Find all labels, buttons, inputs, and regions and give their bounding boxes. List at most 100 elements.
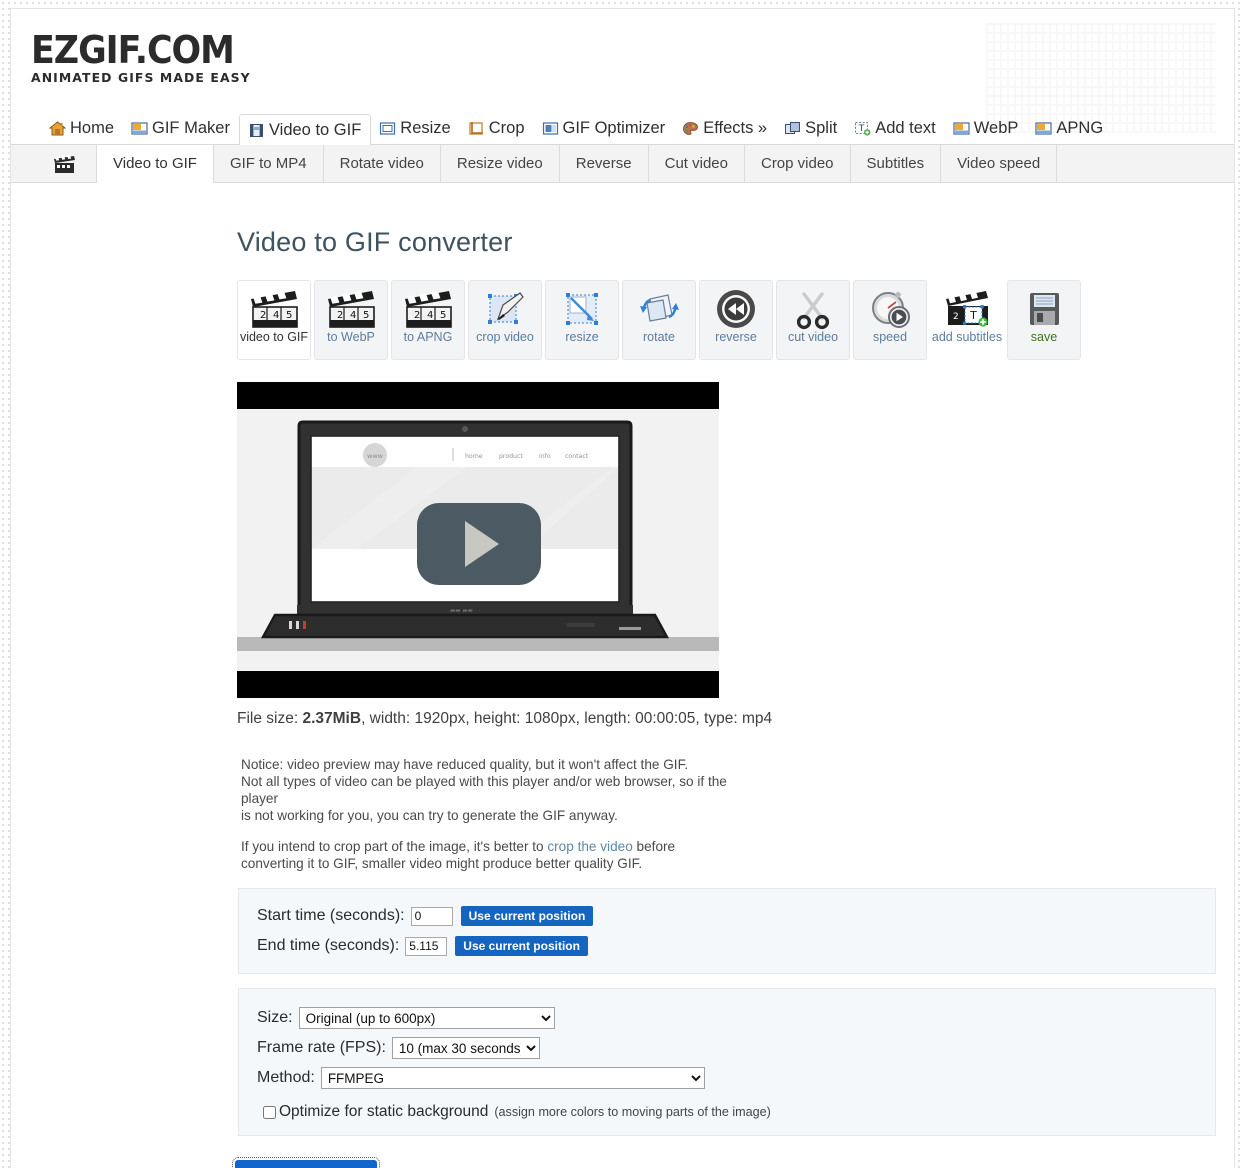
fps-row: Frame rate (FPS): 10 (max 30 seconds) xyxy=(257,1035,1215,1061)
end-time-row: End time (seconds): Use current position xyxy=(257,933,1215,959)
nav-item-webp[interactable]: WebP xyxy=(945,113,1028,145)
end-time-input[interactable] xyxy=(405,936,448,956)
nav-label: APNG xyxy=(1056,119,1104,137)
resize-arrow-icon xyxy=(546,281,618,331)
nav-label: Video to GIF xyxy=(268,121,362,139)
nav-item-home[interactable]: Home xyxy=(41,113,123,145)
add-text-icon: T xyxy=(854,116,871,136)
subnav-item-video-speed[interactable]: Video speed xyxy=(941,145,1058,183)
end-use-current-position-button[interactable]: Use current position xyxy=(455,936,588,956)
tool-video-to-gif[interactable]: 2 4 5 video to GIF xyxy=(237,280,311,360)
svg-text:5: 5 xyxy=(440,310,446,321)
laptop-illustration: www home product info contact ▬▬ ▬▬ · · xyxy=(237,420,719,671)
nav-item-gif-optimizer[interactable]: GIF Optimizer xyxy=(534,113,675,145)
svg-text:T: T xyxy=(858,124,865,134)
file-info-rest: , width: 1920px, height: 1080px, length:… xyxy=(361,710,773,727)
optimize-static-background-checkbox[interactable] xyxy=(263,1105,276,1119)
nav-item-gif-maker[interactable]: GIF Maker xyxy=(123,113,239,145)
tool-reverse[interactable]: reverse xyxy=(699,280,773,360)
clapperboard-icon: 2 4 5 xyxy=(392,281,464,331)
notice-block: Notice: video preview may have reduced q… xyxy=(241,756,761,872)
clapperboard-icon: 2 4 5 xyxy=(238,281,310,331)
start-time-label: Start time (seconds): xyxy=(257,907,405,924)
file-info: File size: 2.37MiB, width: 1920px, heigh… xyxy=(237,710,1234,728)
subtitles-icon: 2 T xyxy=(931,281,1003,331)
nav-label: Effects » xyxy=(703,119,768,137)
tool-label: resize xyxy=(565,330,599,344)
nav-item-resize[interactable]: Resize xyxy=(371,113,459,145)
size-label: Size: xyxy=(257,1009,293,1026)
svg-text:product: product xyxy=(499,453,523,460)
method-select[interactable]: FFMPEG xyxy=(320,1067,705,1089)
subnav-item-gif-to-mp4[interactable]: GIF to MP4 xyxy=(214,145,324,183)
subnav-item-cut-video[interactable]: Cut video xyxy=(649,145,745,183)
method-row: Method: FFMPEG xyxy=(257,1065,1215,1091)
convert-to-gif-button[interactable]: Convert to GIF! xyxy=(232,1157,380,1168)
subnav-item-video-to-gif[interactable]: Video to GIF xyxy=(97,145,214,183)
split-icon xyxy=(784,116,801,134)
start-use-current-position-button[interactable]: Use current position xyxy=(460,906,594,926)
effects-icon xyxy=(682,116,699,135)
nav-item-apng[interactable]: APNG xyxy=(1027,113,1112,145)
nav-item-split[interactable]: Split xyxy=(776,113,846,145)
tool-add-subtitles[interactable]: 2 T add subtitles xyxy=(930,280,1004,360)
crop-the-video-link[interactable]: crop the video xyxy=(547,839,632,854)
svg-text:2: 2 xyxy=(414,310,420,321)
svg-text:5: 5 xyxy=(363,310,369,321)
notice-line-1: Notice: video preview may have reduced q… xyxy=(241,757,689,772)
svg-text:home: home xyxy=(465,453,483,460)
crop-hint-suffix: before xyxy=(632,839,676,854)
size-select[interactable]: Original (up to 600px) xyxy=(298,1007,555,1029)
optimize-label: Optimize for static background xyxy=(279,1103,489,1120)
start-time-input[interactable] xyxy=(410,906,453,926)
fps-select[interactable]: 10 (max 30 seconds) xyxy=(391,1037,540,1059)
subnav-item-resize-video[interactable]: Resize video xyxy=(441,145,560,183)
fps-label: Frame rate (FPS): xyxy=(257,1039,386,1056)
site-logo[interactable]: EZGIF.COM ANIMATED GIFS MADE EASY xyxy=(31,31,251,86)
scissors-icon xyxy=(777,281,849,331)
nav-label: GIF Optimizer xyxy=(562,119,666,137)
home-icon xyxy=(48,116,67,136)
nav-label: Resize xyxy=(400,119,451,137)
nav-label: Crop xyxy=(488,119,525,137)
svg-text:4: 4 xyxy=(273,310,279,321)
svg-text:www: www xyxy=(367,452,383,460)
video-preview[interactable]: www home product info contact ▬▬ ▬▬ · · xyxy=(237,382,719,698)
nav-item-effects[interactable]: Effects » xyxy=(674,113,776,145)
file-size-value: 2.37MiB xyxy=(302,710,362,727)
svg-text:2: 2 xyxy=(953,312,959,322)
end-time-label: End time (seconds): xyxy=(257,937,400,954)
tool-save[interactable]: save xyxy=(1007,280,1081,360)
notice-paragraph-1: Notice: video preview may have reduced q… xyxy=(241,756,761,824)
rotate-icon xyxy=(623,281,695,331)
subnav-item-rotate-video[interactable]: Rotate video xyxy=(324,145,441,183)
main-navigation: Home GIF Maker Video to GIF Resize Crop … xyxy=(11,113,1234,146)
file-info-prefix: File size: xyxy=(237,710,303,727)
tool-crop-video[interactable]: crop video xyxy=(468,280,542,360)
tool-to-webp[interactable]: 2 4 5 to WebP xyxy=(314,280,388,360)
start-time-row: Start time (seconds): Use current positi… xyxy=(257,903,1215,929)
tool-speed[interactable]: speed xyxy=(853,280,927,360)
subnav-item-subtitles[interactable]: Subtitles xyxy=(851,145,942,183)
main-content: Video to GIF converter 2 4 5 video to GI… xyxy=(11,227,1234,1168)
subnav-item-crop-video[interactable]: Crop video xyxy=(745,145,851,183)
svg-text:5: 5 xyxy=(286,310,292,321)
tool-label: save xyxy=(1030,330,1058,344)
nav-item-crop[interactable]: Crop xyxy=(460,113,534,145)
notice-line-3: is not working for you, you can try to g… xyxy=(241,808,618,823)
nav-item-video-to-gif[interactable]: Video to GIF xyxy=(238,114,372,146)
clapperboard-icon: 2 4 5 xyxy=(315,281,387,331)
tool-label: to WebP xyxy=(327,330,375,344)
tool-to-apng[interactable]: 2 4 5 to APNG xyxy=(391,280,465,360)
optimize-hint: (assign more colors to moving parts of t… xyxy=(494,1105,771,1119)
tool-label: rotate xyxy=(643,330,675,344)
tool-rotate[interactable]: rotate xyxy=(622,280,696,360)
tool-resize[interactable]: resize xyxy=(545,280,619,360)
method-label: Method: xyxy=(257,1069,315,1086)
nav-item-add-text[interactable]: T Add text xyxy=(846,113,945,145)
tool-cut-video[interactable]: cut video xyxy=(776,280,850,360)
tool-label: video to GIF xyxy=(239,330,309,344)
subnav-item-reverse[interactable]: Reverse xyxy=(560,145,649,183)
svg-text:info: info xyxy=(539,453,551,460)
nav-label: Home xyxy=(70,119,115,137)
